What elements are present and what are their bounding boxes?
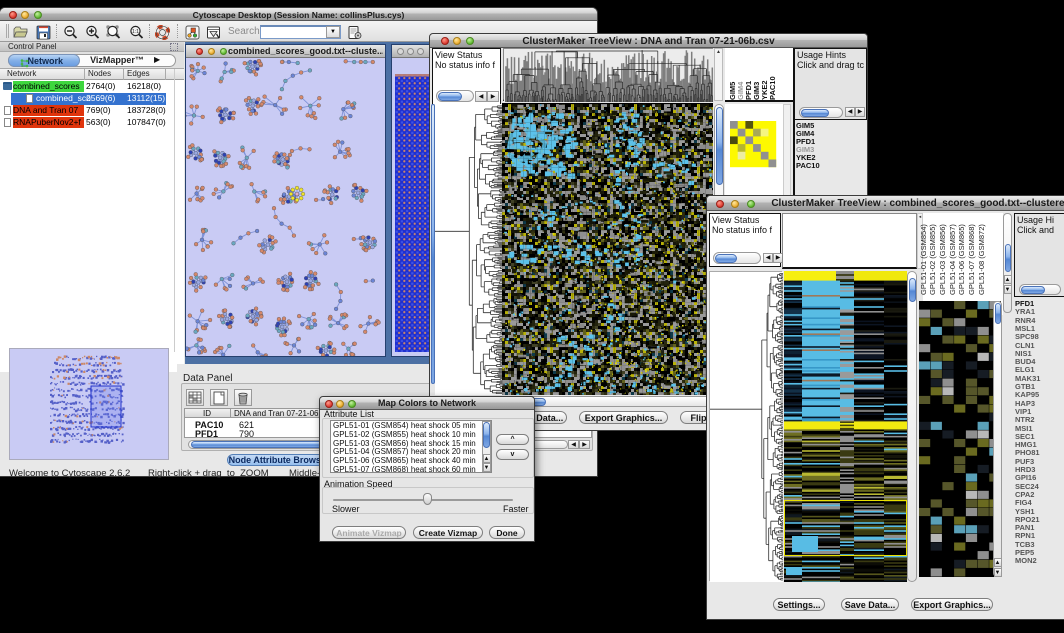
svg-text:1:1: 1:1: [132, 29, 139, 35]
